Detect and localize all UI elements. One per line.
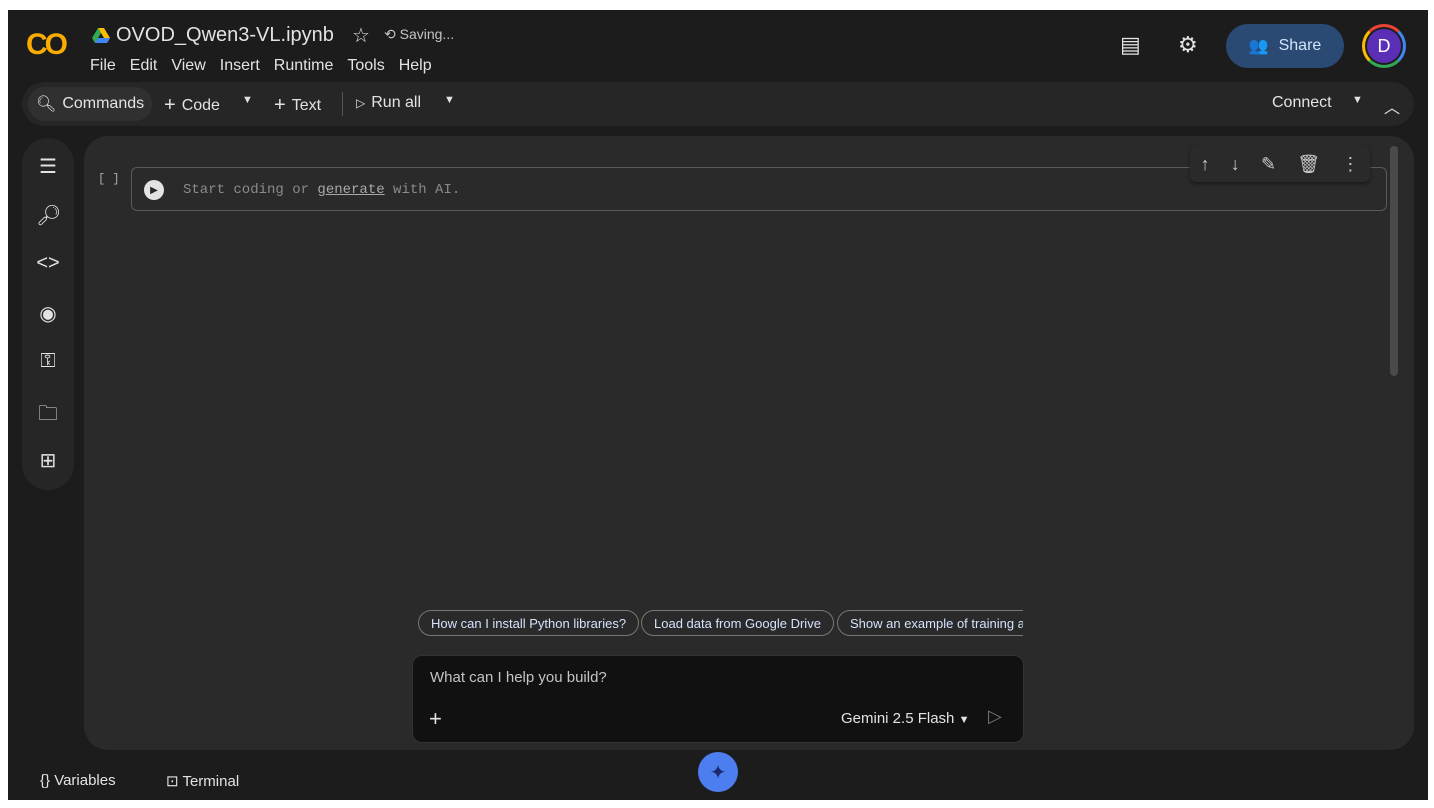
star-icon[interactable]: ☆ xyxy=(352,23,370,48)
comments-icon[interactable]: ▤ xyxy=(1120,32,1141,58)
send-icon[interactable]: ▷ xyxy=(988,706,1002,727)
notebook-title[interactable]: OVOD_Qwen3-VL.ipynb xyxy=(116,24,334,47)
magic-edit-wand-icon[interactable]: ✎ xyxy=(1261,154,1276,175)
run-all-button[interactable]: ▷ Run all xyxy=(356,94,421,112)
colab-logo[interactable]: CO xyxy=(26,28,68,62)
left-sidebar: ☰ 🔎︎ <> ◉ ⚿ 🗀 ⊞ xyxy=(22,138,74,490)
terminal-button[interactable]: ⊡ Terminal xyxy=(166,772,239,790)
menu-edit[interactable]: Edit xyxy=(130,57,158,75)
gemini-sparkle-button[interactable]: ✦ xyxy=(698,752,738,792)
data-table-icon[interactable]: ⊞ xyxy=(36,448,60,472)
collapse-chevron-up-icon[interactable]: ︿ xyxy=(1384,94,1400,118)
terminal-label: Terminal xyxy=(182,773,240,790)
menu-file[interactable]: File xyxy=(90,57,116,75)
terminal-icon: ⊡ xyxy=(166,773,183,790)
move-up-arrow-icon[interactable]: ↑ xyxy=(1201,154,1210,175)
share-label: Share xyxy=(1278,37,1322,54)
variables-button[interactable]: {} Variables xyxy=(40,772,116,789)
gemini-chat-box: What can I help you build? + Gemini 2.5 … xyxy=(412,655,1024,743)
plus-icon: + xyxy=(164,94,176,116)
connect-dropdown-icon[interactable]: ▼ xyxy=(1352,94,1363,106)
search-icon: 🔍︎ xyxy=(36,96,57,113)
avatar-letter: D xyxy=(1367,29,1401,63)
secrets-key-icon[interactable]: ⚿ xyxy=(36,350,60,374)
suggestion-chip[interactable]: How can I install Python libraries? xyxy=(418,610,640,636)
menu-runtime[interactable]: Runtime xyxy=(274,57,334,75)
toolbar: 🔍︎ Commands + Code ▼ + Text ▷ Run all ▼ Conn… xyxy=(22,82,1414,126)
text-label: Text xyxy=(291,96,322,114)
people-icon: 👥 xyxy=(1248,38,1269,55)
cell-execution-count: [ ] xyxy=(98,172,120,186)
delete-trash-icon[interactable]: 🗑︎ xyxy=(1297,154,1320,175)
colab-window: CO OVOD_Qwen3-VL.ipynb ☆ ⟲ Saving... Fil… xyxy=(8,10,1428,800)
avatar[interactable]: D xyxy=(1362,24,1406,68)
suggestion-chip[interactable]: Show an example of training a xyxy=(837,610,1023,636)
settings-gear-icon[interactable]: ⚙ xyxy=(1178,32,1198,58)
run-cell-play-icon[interactable]: ▶ xyxy=(144,180,164,200)
plus-icon: + xyxy=(274,94,286,116)
add-text-button[interactable]: + Text xyxy=(274,94,321,117)
save-status-text: Saving... xyxy=(399,26,455,42)
move-down-arrow-icon[interactable]: ↓ xyxy=(1231,154,1240,175)
menu-help[interactable]: Help xyxy=(399,57,432,75)
sync-icon: ⟲ xyxy=(384,26,400,42)
chat-input[interactable]: What can I help you build? xyxy=(430,669,607,686)
connect-button[interactable]: Connect xyxy=(1272,94,1332,112)
cell-placeholder[interactable]: Start coding or generate with AI. xyxy=(183,182,460,198)
add-plus-icon[interactable]: + xyxy=(429,706,442,732)
menu-tools[interactable]: Tools xyxy=(347,57,384,75)
save-status: ⟲ Saving... xyxy=(384,26,454,43)
more-vert-icon[interactable]: ⋮ xyxy=(1341,154,1359,175)
share-button[interactable]: 👥 Share xyxy=(1226,24,1344,68)
cell-toolbar: ↑ ↓ ✎ 🗑︎ ⋮ xyxy=(1190,146,1370,182)
scrollbar[interactable] xyxy=(1390,146,1398,376)
suggestion-chip[interactable]: Load data from Google Drive xyxy=(641,610,834,636)
run-all-dropdown-icon[interactable]: ▼ xyxy=(444,94,455,106)
files-icon[interactable]: 🗀 xyxy=(36,399,60,425)
run-all-label: Run all xyxy=(371,94,422,111)
menu-insert[interactable]: Insert xyxy=(220,57,260,75)
braces-icon: {} xyxy=(40,772,55,789)
notebook-area: [ ] ▶ Start coding or generate with AI. … xyxy=(84,136,1414,750)
connect-label: Connect xyxy=(1272,94,1332,111)
code-dropdown-icon[interactable]: ▼ xyxy=(242,94,253,106)
sparkle-icon: ✦ xyxy=(709,761,727,784)
google-drive-icon xyxy=(92,28,110,43)
table-of-contents-icon[interactable]: ☰ xyxy=(36,154,60,178)
model-selector[interactable]: Gemini 2.5 Flash ▼ xyxy=(841,710,969,727)
play-icon: ▷ xyxy=(356,96,366,110)
code-snippets-icon[interactable]: <> xyxy=(36,252,60,276)
variables-label: Variables xyxy=(54,772,116,789)
dropdown-icon: ▼ xyxy=(958,714,970,726)
divider xyxy=(342,92,343,116)
model-label: Gemini 2.5 Flash xyxy=(841,710,955,727)
commands-button[interactable]: 🔍︎ Commands xyxy=(28,87,153,121)
find-icon[interactable]: 🔎︎ xyxy=(36,203,61,227)
menu-view[interactable]: View xyxy=(171,57,205,75)
generate-link[interactable]: generate xyxy=(317,182,384,198)
add-code-button[interactable]: + Code xyxy=(164,94,220,117)
code-label: Code xyxy=(181,96,220,114)
menu-bar: File Edit View Insert Runtime Tools Help xyxy=(90,57,432,75)
variable-inspector-icon[interactable]: ◉ xyxy=(36,301,60,325)
commands-label: Commands xyxy=(62,95,145,112)
placeholder-text-end: with AI. xyxy=(384,182,461,198)
placeholder-text: Start coding or xyxy=(183,182,318,198)
